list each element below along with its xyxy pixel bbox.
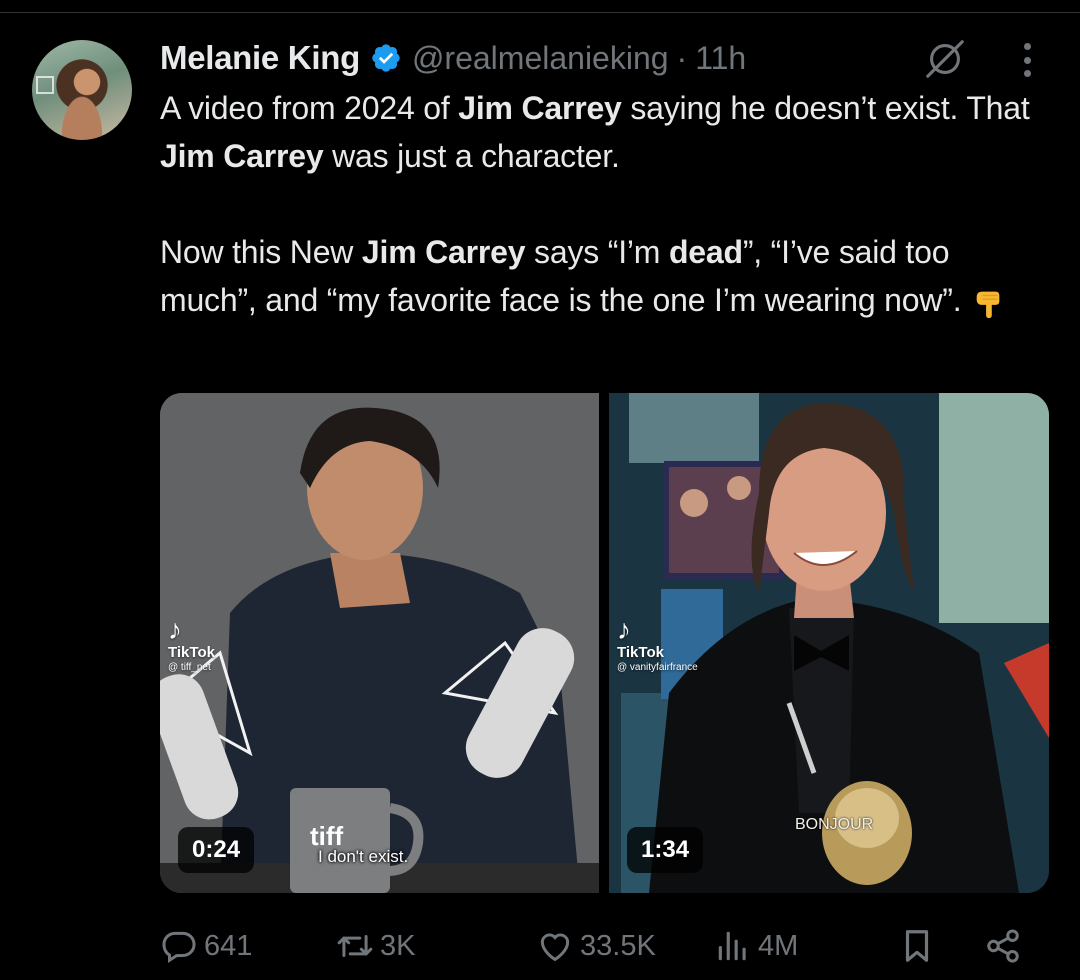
repost-button[interactable]: 3K — [336, 920, 415, 972]
like-icon — [540, 933, 570, 962]
reply-button[interactable]: 641 — [160, 920, 252, 972]
tweet-text: A video from 2024 of Jim Carrey saying h… — [160, 90, 1030, 318]
author-avatar[interactable] — [32, 40, 132, 140]
video-left-frame — [160, 393, 599, 893]
author-handle[interactable]: @realmelanieking — [412, 40, 669, 77]
grok-icon[interactable] — [922, 36, 968, 82]
repost-count: 3K — [380, 929, 416, 962]
bookmark-icon — [905, 930, 929, 962]
pointing-down-emoji — [977, 291, 1000, 318]
action-bar: 641 3K 33.5K 4M — [160, 920, 1040, 972]
more-icon[interactable] — [1016, 40, 1038, 80]
tiktok-logo-icon: ♪ — [617, 614, 631, 645]
tiktok-watermark-left: ♪ TikTok @ tiff_net — [168, 614, 215, 674]
like-count: 33.5K — [580, 929, 656, 962]
timestamp[interactable]: 11h — [695, 40, 746, 77]
mug-logo-text: tiff — [310, 821, 344, 851]
share-icon — [987, 929, 1019, 963]
repost-icon — [337, 934, 373, 958]
video-duration-left: 0:24 — [178, 827, 255, 873]
bonjour-sign-text: BONJOUR — [795, 816, 874, 833]
bookmark-button[interactable] — [898, 920, 936, 972]
views-button[interactable]: 4M — [714, 920, 798, 972]
views-count: 4M — [758, 929, 799, 962]
media-grid: ♪ TikTok @ tiff_net I don't exist. tiff … — [160, 393, 1049, 893]
share-button[interactable] — [984, 920, 1022, 972]
verified-badge-icon — [372, 44, 400, 72]
tiktok-watermark-right: ♪ TikTok @ vanityfairfrance — [617, 614, 698, 674]
tweet-header: Melanie King @realmelanieking · 11h — [160, 38, 746, 78]
reply-count: 641 — [204, 929, 253, 962]
video-left[interactable]: ♪ TikTok @ tiff_net I don't exist. tiff … — [160, 393, 599, 893]
tiktok-logo-icon: ♪ — [168, 614, 182, 645]
reply-icon — [162, 931, 196, 964]
video-right[interactable]: ♪ TikTok @ vanityfairfrance BONJOUR 1:34 — [609, 393, 1049, 893]
top-divider — [0, 12, 1080, 13]
views-icon — [718, 931, 746, 961]
like-button[interactable]: 33.5K — [536, 920, 656, 972]
separator-dot: · — [676, 39, 688, 76]
video-duration-right: 1:34 — [627, 827, 704, 873]
author-name[interactable]: Melanie King — [160, 39, 360, 77]
